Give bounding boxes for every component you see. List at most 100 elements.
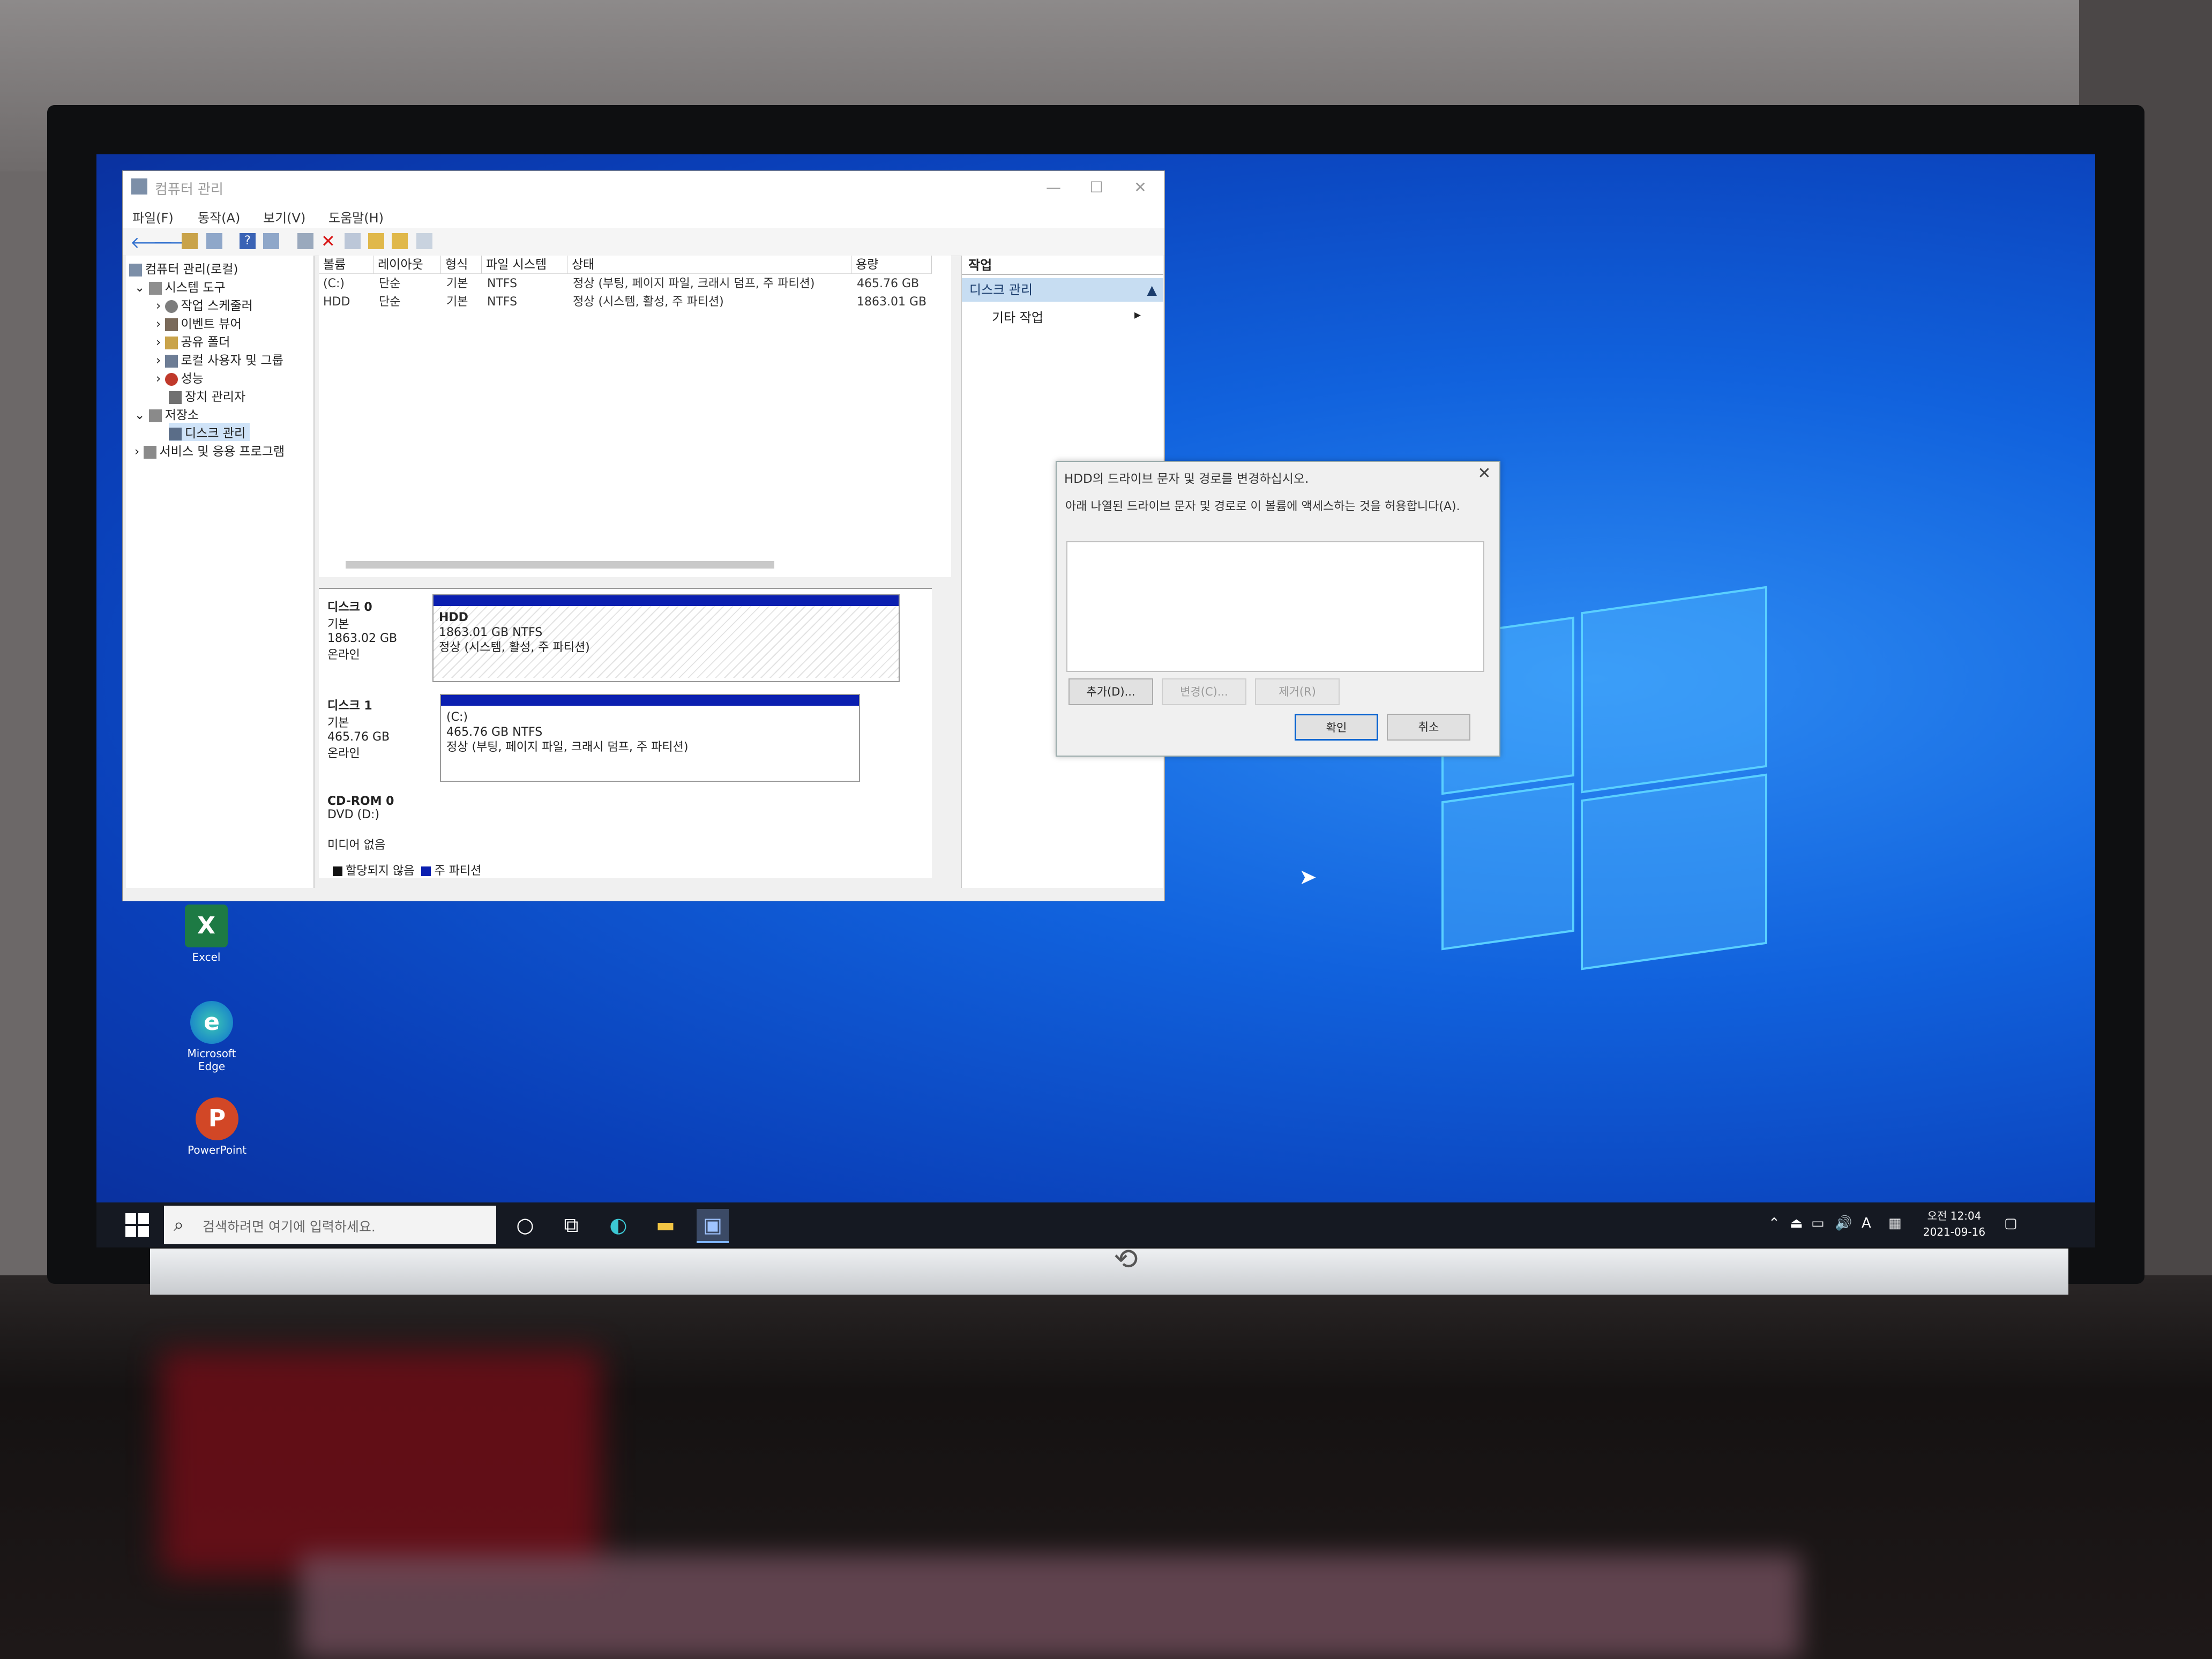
partition-body: HDD 1863.01 GB NTFS 정상 (시스템, 활성, 주 파티션) xyxy=(434,606,899,678)
tree-item-performance[interactable]: › 성능 xyxy=(156,368,204,386)
drive-path-list[interactable] xyxy=(1066,541,1484,672)
column-type[interactable]: 형식 xyxy=(441,256,482,274)
disk-type: 기본 xyxy=(327,716,349,730)
network-icon[interactable]: ▭ xyxy=(1811,1215,1825,1231)
menu-view[interactable]: 보기(V) xyxy=(263,207,305,226)
edge-taskbar-icon[interactable]: ◐ xyxy=(602,1209,634,1241)
column-layout[interactable]: 레이아웃 xyxy=(373,256,441,274)
notification-icon[interactable]: ▢ xyxy=(2004,1215,2017,1231)
folder-up-icon[interactable] xyxy=(182,233,198,249)
partition-hdd[interactable]: HDD 1863.01 GB NTFS 정상 (시스템, 활성, 주 파티션) xyxy=(432,594,900,682)
column-volume[interactable]: 볼륨 xyxy=(319,256,373,274)
check-icon[interactable] xyxy=(345,233,361,249)
title-bar[interactable]: 컴퓨터 관리 — ☐ ✕ xyxy=(123,171,1164,204)
tree-item-shared-folders[interactable]: › 공유 폴더 xyxy=(156,332,230,350)
export-icon[interactable] xyxy=(392,233,408,249)
background-object xyxy=(161,1350,600,1575)
action-more[interactable]: 기타 작업 ▸ xyxy=(992,307,1141,326)
forward-icon[interactable]: 🡒 xyxy=(153,233,196,252)
menu-help[interactable]: 도움말(H) xyxy=(328,207,384,226)
view-icon[interactable] xyxy=(263,233,279,249)
cancel-button[interactable]: 취소 xyxy=(1387,714,1470,741)
volume-list: 볼륨 레이아웃 형식 파일 시스템 상태 용량 (C:) 단순 기본 NTFS … xyxy=(319,256,951,577)
partition-name: (C:) xyxy=(446,711,468,724)
help-icon[interactable]: ? xyxy=(240,233,256,249)
column-status[interactable]: 상태 xyxy=(567,256,851,274)
tree-item-device-manager[interactable]: 장치 관리자 xyxy=(169,386,245,405)
properties-icon[interactable] xyxy=(368,233,384,249)
disk-name: 디스크 1 xyxy=(327,699,372,713)
show-hidden-icons[interactable]: ⌃ xyxy=(1768,1215,1780,1231)
cdrom-0-info[interactable]: CD-ROM 0 DVD (D:) 미디어 없음 xyxy=(327,795,439,853)
remove-button[interactable]: 제거(R) xyxy=(1255,678,1340,705)
column-capacity[interactable]: 용량 xyxy=(851,256,932,274)
cell-type: 기본 xyxy=(446,295,468,309)
ime-icon[interactable]: ▦ xyxy=(1888,1215,1902,1231)
taskbar-search-box[interactable]: ⌕ 검색하려면 여기에 입력하세요. xyxy=(164,1206,496,1244)
tree-item-task-scheduler[interactable]: › 작업 스케줄러 xyxy=(156,295,253,313)
tree-item-local-users[interactable]: › 로컬 사용자 및 그룹 xyxy=(156,350,283,368)
task-view-icon[interactable]: ⧉ xyxy=(555,1209,587,1241)
file-explorer-icon[interactable]: ▬ xyxy=(649,1209,682,1241)
disk-1-info[interactable]: 디스크 1 기본 465.76 GB 온라인 xyxy=(327,696,439,761)
show-hide-tree-icon[interactable] xyxy=(206,233,222,249)
usb-icon[interactable]: ⏏ xyxy=(1790,1215,1803,1231)
users-icon xyxy=(165,354,178,368)
disk-name: CD-ROM 0 xyxy=(327,795,394,808)
desktop-icon-excel[interactable]: X Excel xyxy=(177,905,236,963)
background-keyboard xyxy=(300,1554,1800,1659)
event-viewer-icon xyxy=(165,318,178,331)
mouse-cursor-icon: ➤ xyxy=(1299,865,1317,890)
menu-action[interactable]: 동작(A) xyxy=(198,207,240,226)
desktop-icon-edge[interactable]: e Microsoft Edge xyxy=(182,1001,241,1073)
dialog-close-icon[interactable]: ✕ xyxy=(1474,464,1495,483)
column-filesystem[interactable]: 파일 시스템 xyxy=(482,256,567,274)
disk-name: 디스크 0 xyxy=(327,601,372,614)
scrollbar-thumb[interactable] xyxy=(346,561,774,569)
cortana-icon[interactable]: ○ xyxy=(509,1209,541,1241)
performance-icon xyxy=(165,372,178,386)
clock-time: 오전 12:04 xyxy=(1927,1209,1982,1222)
desktop-icon-label: PowerPoint xyxy=(188,1144,247,1156)
minimize-button[interactable]: — xyxy=(1034,174,1073,201)
disk-graphical-view: 디스크 0 기본 1863.02 GB 온라인 HDD 1863.01 GB N… xyxy=(319,588,932,878)
change-button[interactable]: 변경(C)... xyxy=(1162,678,1246,705)
tree-item-disk-management[interactable]: 디스크 관리 xyxy=(169,423,250,441)
tree-item-storage[interactable]: ⌄ 저장소 xyxy=(134,405,199,423)
maximize-button[interactable]: ☐ xyxy=(1077,174,1116,201)
partition-size: 465.76 GB NTFS xyxy=(446,726,543,739)
tree-item-services-apps[interactable]: › 서비스 및 응용 프로그램 xyxy=(134,441,285,459)
desktop-icon-powerpoint[interactable]: P PowerPoint xyxy=(188,1097,246,1156)
collapse-icon: ▲ xyxy=(1147,282,1157,297)
tree-item-system-tools[interactable]: ⌄ 시스템 도구 xyxy=(134,277,226,295)
disk-0-info[interactable]: 디스크 0 기본 1863.02 GB 온라인 xyxy=(327,597,439,662)
delete-icon[interactable]: ✕ xyxy=(321,233,337,250)
list-icon[interactable] xyxy=(416,233,432,249)
vertical-scrollbar[interactable] xyxy=(932,589,948,878)
start-icon-square xyxy=(125,1226,136,1237)
clock[interactable]: 오전 12:04 2021-09-16 xyxy=(1914,1208,1994,1240)
tree-item-event-viewer[interactable]: › 이벤트 뷰어 xyxy=(156,313,242,332)
back-icon[interactable]: 🡐 xyxy=(130,233,173,252)
dialog-title: HDD의 드라이브 문자 및 경로를 변경하십시오. xyxy=(1064,472,1309,486)
computer-icon xyxy=(129,263,142,276)
action-disk-management[interactable]: 디스크 관리 ▲ xyxy=(962,278,1163,302)
computer-management-taskbar-icon[interactable]: ▣ xyxy=(697,1209,729,1243)
volume-icon[interactable]: 🔊 xyxy=(1835,1215,1852,1231)
legend: 할당되지 않음 주 파티션 xyxy=(330,861,481,878)
cell-status: 정상 (시스템, 활성, 주 파티션) xyxy=(573,295,724,309)
desktop-icon-label: Excel xyxy=(192,951,221,963)
legend-swatch-primary xyxy=(421,866,431,876)
partition-c[interactable]: (C:) 465.76 GB NTFS 정상 (부팅, 페이지 파일, 크래시 … xyxy=(440,694,860,782)
connect-icon[interactable] xyxy=(297,233,313,249)
menu-file[interactable]: 파일(F) xyxy=(132,207,174,226)
ok-button[interactable]: 확인 xyxy=(1295,714,1378,741)
horizontal-scrollbar[interactable] xyxy=(330,556,946,574)
tree-item-computer-management[interactable]: 컴퓨터 관리(로컬) xyxy=(129,259,238,277)
close-button[interactable]: ✕ xyxy=(1120,174,1160,201)
add-button[interactable]: 추가(D)... xyxy=(1068,678,1153,705)
cell-status: 정상 (부팅, 페이지 파일, 크래시 덤프, 주 파티션) xyxy=(573,277,815,290)
start-button[interactable] xyxy=(125,1213,149,1237)
cell-volume: (C:) xyxy=(323,277,345,290)
input-language[interactable]: A xyxy=(1862,1215,1871,1231)
